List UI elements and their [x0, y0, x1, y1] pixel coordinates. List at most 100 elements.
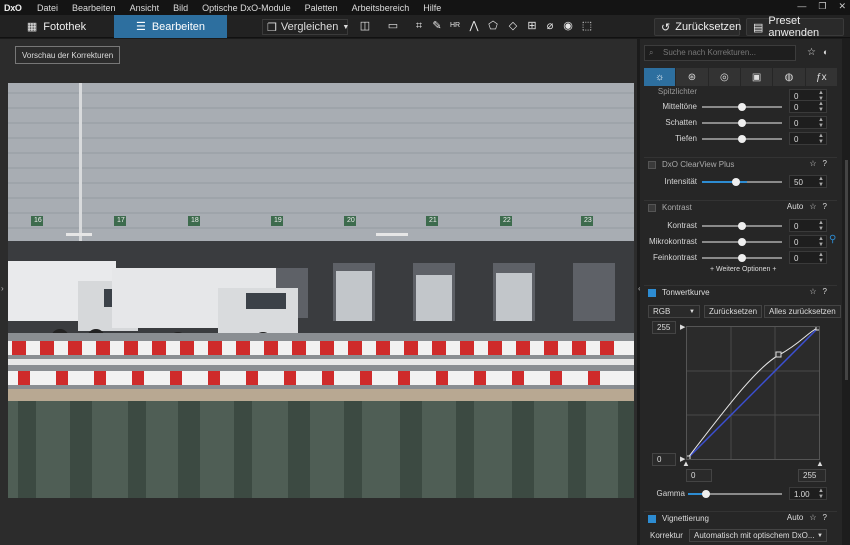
menu-paletten[interactable]: Paletten [298, 3, 345, 13]
grid-overlay-icon[interactable]: ⊞ [525, 19, 539, 33]
star-icon[interactable]: ☆ [809, 202, 816, 211]
tonwert-header[interactable]: Tonwertkurve ☆? [644, 285, 837, 299]
tab-local[interactable]: ◍ [773, 68, 805, 86]
perspective-rect-icon[interactable]: ⬠ [486, 19, 500, 33]
magic-wand-icon[interactable]: ⚲ [829, 234, 836, 245]
more-options-link[interactable]: + Weitere Optionen + [710, 266, 776, 273]
slider-knob[interactable] [738, 254, 746, 262]
restore-icon[interactable]: ❐ [818, 1, 826, 12]
palette-tabs: ☼ ⊛ ◎ ▣ ◍ ƒx [644, 68, 837, 86]
panel-scrollbar-thumb[interactable] [845, 160, 848, 380]
curve-reset-all-button[interactable]: Alles zurücksetzen [764, 305, 841, 318]
value-field[interactable]: 0 ▲ ▼ [789, 116, 827, 129]
slider-track[interactable] [702, 238, 782, 246]
curve-reset-button[interactable]: Zurücksetzen [704, 305, 763, 318]
slider-knob[interactable] [738, 238, 746, 246]
slider-row-mikrokontrast: Mikrokontrast 0 ▲ ▼ ⚲ [644, 234, 837, 249]
star-icon[interactable]: ☆ [809, 287, 816, 296]
tone-curve-editor[interactable] [684, 324, 822, 462]
value-field[interactable]: 1.00 ▲ ▼ [789, 487, 827, 500]
slider-track[interactable] [702, 119, 782, 127]
compare-button[interactable]: ❐ Vergleichen ▼ [262, 19, 349, 35]
help-icon[interactable]: ? [823, 202, 827, 211]
tab-geometry[interactable]: ▣ [740, 68, 773, 86]
input-high-field[interactable]: 255 [798, 469, 826, 482]
crop-icon[interactable]: ⌗ [412, 19, 426, 33]
toggle-switch-icon[interactable]: ◐ [823, 47, 828, 57]
perspective-icon[interactable]: ⋀ [467, 19, 481, 33]
slider-knob[interactable] [732, 178, 740, 186]
menu-bild[interactable]: Bild [166, 3, 195, 13]
slider-knob[interactable] [738, 119, 746, 127]
reset-button[interactable]: ↺ Zurücksetzen [654, 18, 741, 36]
split-view-icon[interactable]: ◫ [358, 19, 372, 33]
preview-corrections-button[interactable]: Vorschau der Korrekturen [15, 46, 121, 64]
clearview-toggle[interactable] [648, 160, 656, 169]
slider-track[interactable] [702, 103, 782, 111]
value-field[interactable]: 0 ▲ ▼ [789, 251, 827, 264]
tab-detail[interactable]: ◎ [708, 68, 740, 86]
slider-knob[interactable] [738, 135, 746, 143]
auto-label[interactable]: Auto [787, 513, 803, 522]
menu-optische-module[interactable]: Optische DxO-Module [195, 3, 298, 13]
help-icon[interactable]: ? [823, 159, 827, 168]
fx-icon: ƒx [816, 71, 827, 83]
slider-track[interactable] [704, 493, 782, 495]
slider-track[interactable] [702, 254, 782, 262]
menu-ansicht[interactable]: Ansicht [123, 3, 167, 13]
slider-knob[interactable] [702, 490, 710, 498]
tab-fotothek[interactable]: ▦ Fotothek [0, 15, 113, 38]
slider-track[interactable] [702, 135, 782, 143]
slider-track[interactable] [702, 222, 782, 230]
value-field[interactable]: 0 ▲ ▼ [789, 100, 827, 113]
window-icon[interactable]: ▭ [386, 19, 400, 33]
value-field[interactable]: 0 ▲ ▼ [789, 235, 827, 248]
volume-icon[interactable]: ◇ [506, 19, 520, 33]
vignette-header[interactable]: Vignettierung Auto ☆? [644, 511, 837, 525]
value-field[interactable]: 0 ▲ ▼ [789, 132, 827, 145]
slider-knob[interactable] [738, 103, 746, 111]
correction-select[interactable]: Automatisch mit optischem DxO... ▼ [689, 529, 827, 542]
horizon-icon[interactable]: HR [447, 19, 463, 33]
triangle-icon[interactable]: ▲ [682, 459, 690, 468]
close-icon[interactable]: ✕ [838, 1, 846, 12]
minimize-icon[interactable]: — [797, 1, 806, 12]
eyedropper-icon[interactable]: ✎ [430, 19, 444, 33]
help-icon[interactable]: ? [823, 513, 827, 522]
slider-knob[interactable] [738, 222, 746, 230]
tonwert-toggle[interactable] [648, 288, 656, 297]
menu-arbeitsbereich[interactable]: Arbeitsbereich [345, 3, 417, 13]
input-low-field[interactable]: 0 [686, 469, 712, 482]
star-icon[interactable]: ☆ [807, 47, 816, 58]
value-field[interactable]: 0 ▲ ▼ [789, 219, 827, 232]
kontrast-header[interactable]: Kontrast Auto ☆? [644, 200, 837, 214]
preset-button[interactable]: ▤ Preset anwenden [746, 15, 844, 39]
help-icon[interactable]: ? [823, 287, 827, 296]
output-high-field[interactable]: 255 [652, 321, 676, 334]
output-low-field[interactable]: 0 [652, 453, 676, 466]
photo-canvas[interactable]: 16 17 18 19 20 21 22 23 [8, 83, 634, 498]
star-icon[interactable]: ☆ [809, 159, 816, 168]
tab-color[interactable]: ⊛ [676, 68, 708, 86]
slider-track[interactable] [747, 181, 782, 183]
fullscreen-icon[interactable]: ⬚ [580, 19, 594, 33]
menu-bearbeiten[interactable]: Bearbeiten [65, 3, 123, 13]
clearview-header[interactable]: DxO ClearView Plus ☆? [644, 157, 837, 171]
left-panel-toggle-icon[interactable]: › [1, 284, 4, 293]
value-field[interactable]: 50 ▲ ▼ [789, 175, 827, 188]
tab-bearbeiten[interactable]: ☰ Bearbeiten [114, 15, 227, 38]
star-icon[interactable]: ☆ [809, 513, 816, 522]
repair-icon[interactable]: ⌀ [543, 19, 557, 33]
eye-icon[interactable]: ◉ [561, 19, 575, 33]
menu-hilfe[interactable]: Hilfe [416, 3, 448, 13]
channel-select[interactable]: RGB ▼ [648, 305, 700, 318]
vignette-toggle[interactable] [648, 514, 656, 523]
slider-row-kontrast: Kontrast 0 ▲ ▼ [644, 219, 837, 233]
search-input[interactable]: ⌕ Suche nach Korrekturen... [644, 45, 796, 61]
tab-light[interactable]: ☼ [644, 68, 676, 86]
menu-datei[interactable]: Datei [30, 3, 65, 13]
tab-fx[interactable]: ƒx [805, 68, 837, 86]
auto-label[interactable]: Auto [787, 202, 803, 211]
kontrast-toggle[interactable] [648, 203, 656, 212]
triangle-icon[interactable]: ▲ [816, 459, 824, 468]
